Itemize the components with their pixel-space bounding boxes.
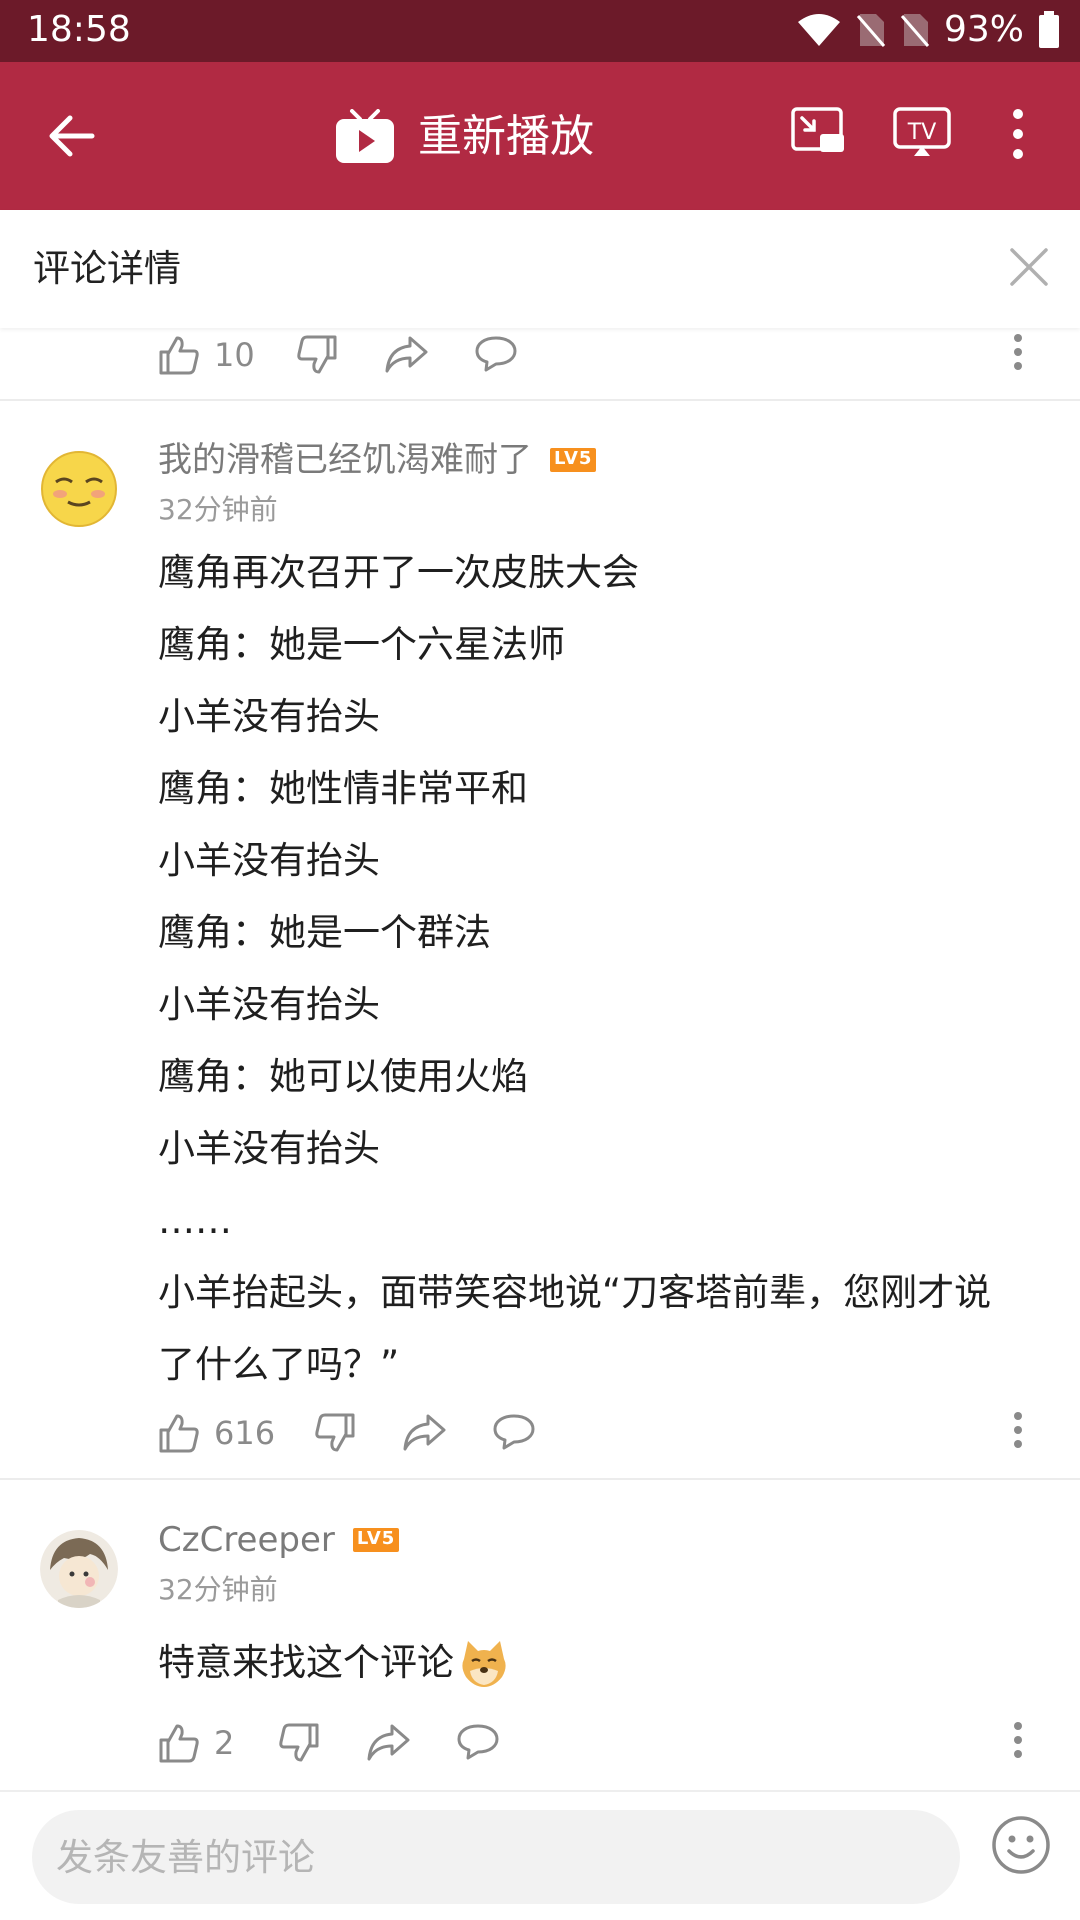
comment-more-icon[interactable] — [1012, 1720, 1024, 1760]
like-count: 616 — [214, 1414, 276, 1452]
smiley-avatar-image — [41, 451, 117, 527]
status-bar: 18:58 93% — [0, 0, 1080, 62]
comment-input-bar — [0, 1790, 1080, 1920]
dislike-button[interactable] — [314, 1412, 356, 1454]
thumbs-up-icon — [159, 1724, 199, 1763]
comment-more-icon[interactable] — [1012, 1410, 1024, 1450]
avatar[interactable] — [40, 1530, 118, 1608]
comment-line: 鹰角：她是一个六星法师 — [158, 623, 565, 666]
app-bar: 重新播放 TV — [0, 62, 1080, 210]
comment-time: 32分钟前 — [158, 493, 278, 526]
sheet-title: 评论详情 — [33, 247, 181, 290]
share-icon — [367, 1724, 410, 1761]
comment-line: 小羊抬起头，面带笑容地说“刀客塔前辈，您刚才说 — [158, 1271, 992, 1314]
comment-more-icon[interactable] — [1012, 332, 1024, 372]
share-button[interactable] — [402, 1412, 446, 1452]
comment-line: 鹰角：她可以使用火焰 — [158, 1055, 528, 1098]
comment-bubble-icon — [475, 336, 517, 372]
comment-detail-header: 评论详情 — [0, 210, 1080, 328]
comment-username[interactable]: CzCreeper LV5 — [158, 1518, 400, 1562]
reply-button[interactable] — [492, 1412, 536, 1452]
thumbs-up-icon — [159, 1414, 199, 1453]
dislike-button[interactable] — [278, 1722, 320, 1764]
comment-line: …… — [158, 1199, 232, 1242]
share-icon — [403, 1414, 446, 1451]
comment-bubble-icon — [457, 1724, 499, 1760]
comment-username[interactable]: 我的滑稽已经饥渴难耐了 LV5 — [158, 438, 597, 482]
username-text: CzCreeper — [158, 1520, 335, 1560]
anime-avatar-image — [40, 1530, 118, 1608]
more-vert-icon[interactable] — [1010, 106, 1026, 162]
like-button[interactable]: 616 — [158, 1412, 275, 1454]
dislike-button[interactable] — [296, 334, 338, 376]
level-badge: LV5 — [352, 1528, 400, 1552]
comment-actions: 2 — [0, 1712, 1080, 1772]
svg-text:TV: TV — [907, 120, 937, 145]
thumbs-down-icon — [297, 335, 337, 374]
comment-line: 了什么了吗？” — [158, 1343, 400, 1386]
no-sim-icon — [856, 14, 886, 47]
like-count: 2 — [214, 1724, 235, 1762]
comment-line: 鹰角：她性情非常平和 — [158, 767, 528, 810]
thumbs-up-icon — [159, 336, 199, 375]
back-arrow-icon[interactable] — [42, 106, 102, 166]
mini-window-icon[interactable] — [790, 106, 846, 156]
like-button[interactable]: 2 — [158, 1722, 234, 1764]
like-button[interactable]: 10 — [158, 334, 255, 376]
divider — [0, 399, 1080, 401]
emoji-icon[interactable] — [990, 1814, 1052, 1876]
comment-line: 小羊没有抬头 — [158, 695, 380, 738]
comment-line: 鹰角再次召开了一次皮肤大会 — [158, 551, 639, 594]
status-time: 18:58 — [27, 9, 131, 50]
doge-emoji-icon — [462, 1641, 506, 1687]
app-bar-title: 重新播放 — [418, 111, 594, 162]
comment-line: 鹰角：她是一个群法 — [158, 911, 491, 954]
level-badge: LV5 — [550, 448, 597, 472]
username-text: 我的滑稽已经饥渴难耐了 — [158, 440, 532, 480]
comment-bubble-icon — [493, 1414, 535, 1450]
tv-play-logo-icon — [336, 109, 394, 163]
comment-input-wrapper — [32, 1810, 960, 1904]
comment-actions: 10 — [0, 324, 1080, 384]
wifi-icon — [797, 14, 840, 46]
comment-line: 小羊没有抬头 — [158, 983, 380, 1026]
comment-text: 鹰角再次召开了一次皮肤大会 鹰角：她是一个六星法师 小羊没有抬头 鹰角：她性情非… — [158, 537, 1038, 1401]
comment-line: 小羊没有抬头 — [158, 1127, 380, 1170]
comment-line: 特意来找这个评论 — [158, 1641, 454, 1684]
replay-button[interactable]: 重新播放 — [334, 102, 594, 172]
thumbs-down-icon — [279, 1723, 319, 1762]
share-icon — [385, 336, 428, 373]
comment-actions: 616 — [0, 1402, 1080, 1462]
comment-line: 小羊没有抬头 — [158, 839, 380, 882]
avatar[interactable] — [40, 450, 118, 528]
reply-button[interactable] — [456, 1722, 500, 1762]
close-icon[interactable] — [1006, 244, 1052, 290]
tv-cast-icon[interactable]: TV — [892, 106, 952, 158]
status-icons: 93% — [796, 8, 1060, 52]
divider — [0, 1478, 1080, 1480]
comment-text: 特意来找这个评论 — [158, 1627, 1038, 1699]
share-button[interactable] — [384, 334, 428, 374]
battery-percent: 93% — [943, 9, 1024, 50]
like-count: 10 — [214, 336, 255, 374]
battery-icon — [1039, 11, 1059, 48]
reply-button[interactable] — [474, 334, 518, 374]
thumbs-down-icon — [315, 1413, 355, 1452]
comment-time: 32分钟前 — [158, 1573, 278, 1606]
comment-input[interactable] — [32, 1810, 960, 1904]
share-button[interactable] — [366, 1722, 410, 1762]
no-sim-icon-2 — [900, 14, 930, 47]
